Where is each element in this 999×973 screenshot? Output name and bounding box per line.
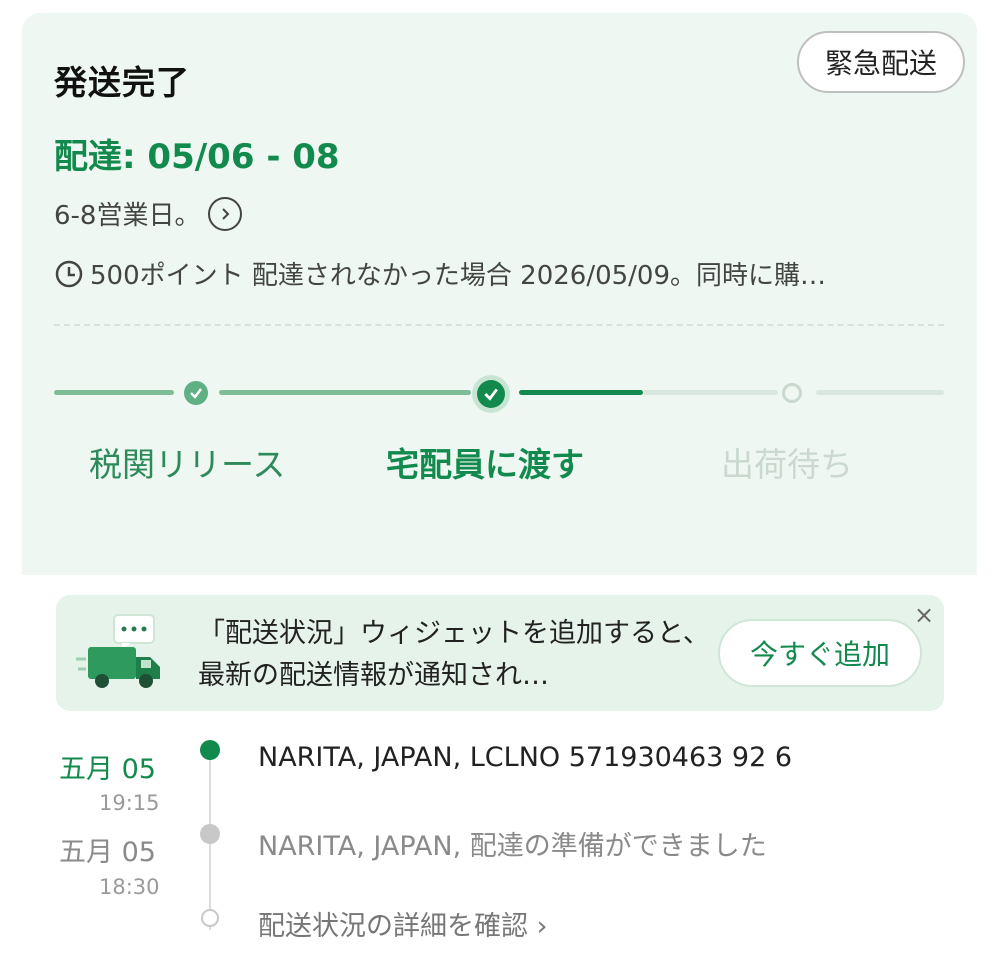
guarantee-text: 500ポイント 配達されなかった場合 2026/05/09。同時に購… bbox=[90, 261, 827, 291]
tracking-details-link[interactable]: 配送状況の詳細を確認 › bbox=[258, 904, 547, 943]
event-text: NARITA, JAPAN, LCLNO 571930463 92 6 bbox=[258, 742, 793, 773]
shipment-summary-panel: 発送完了 緊急配送 配達: 05/06 - 08 6-8営業日。 500ポイント… bbox=[22, 13, 977, 575]
check-icon bbox=[472, 375, 510, 413]
express-delivery-button[interactable]: 緊急配送 bbox=[797, 31, 965, 93]
delivery-guarantee[interactable]: 500ポイント 配達されなかった場合 2026/05/09。同時に購… bbox=[54, 255, 944, 292]
step-label-waiting: 出荷待ち bbox=[721, 445, 853, 484]
add-widget-button[interactable]: 今すぐ追加 bbox=[718, 619, 922, 687]
widget-promo-text: 「配送状況」ウィジェットを追加すると、最新の配送情報が通知され… bbox=[198, 618, 710, 691]
progress-line-done bbox=[54, 390, 174, 395]
step-label-courier: 宅配員に渡す bbox=[386, 445, 584, 484]
progress-line-current bbox=[519, 390, 643, 395]
check-icon bbox=[184, 381, 208, 405]
clock-icon bbox=[55, 260, 83, 287]
progress-line-done bbox=[219, 390, 471, 395]
progress-line-pending bbox=[643, 390, 778, 395]
close-icon[interactable]: × bbox=[914, 601, 934, 629]
divider bbox=[54, 324, 944, 326]
truck-icon bbox=[76, 614, 160, 688]
details-dot bbox=[201, 909, 219, 927]
event-text: NARITA, JAPAN, 配達の準備ができました bbox=[258, 831, 767, 862]
pending-step-dot bbox=[782, 383, 802, 403]
shipment-status-title: 発送完了 bbox=[54, 63, 190, 102]
business-days-text: 6-8営業日。 bbox=[54, 201, 201, 231]
event-time: 19:15 bbox=[99, 791, 160, 815]
step-label-customs: 税関リリース bbox=[89, 445, 286, 484]
widget-promo-banner: 「配送状況」ウィジェットを追加すると、最新の配送情報が通知され… 今すぐ追加 × bbox=[56, 595, 944, 711]
event-dot bbox=[200, 824, 220, 844]
event-dot-active bbox=[200, 740, 220, 760]
delivery-window: 配達: 05/06 - 08 bbox=[54, 137, 340, 177]
event-date: 五月 05 bbox=[59, 837, 156, 868]
event-time: 18:30 bbox=[99, 875, 160, 899]
event-date: 五月 05 bbox=[59, 754, 156, 785]
shipment-card: 発送完了 緊急配送 配達: 05/06 - 08 6-8営業日。 500ポイント… bbox=[22, 13, 977, 973]
chevron-right-icon[interactable] bbox=[208, 196, 243, 231]
progress-line-pending bbox=[816, 390, 944, 395]
business-days-row[interactable]: 6-8営業日。 bbox=[54, 195, 243, 232]
